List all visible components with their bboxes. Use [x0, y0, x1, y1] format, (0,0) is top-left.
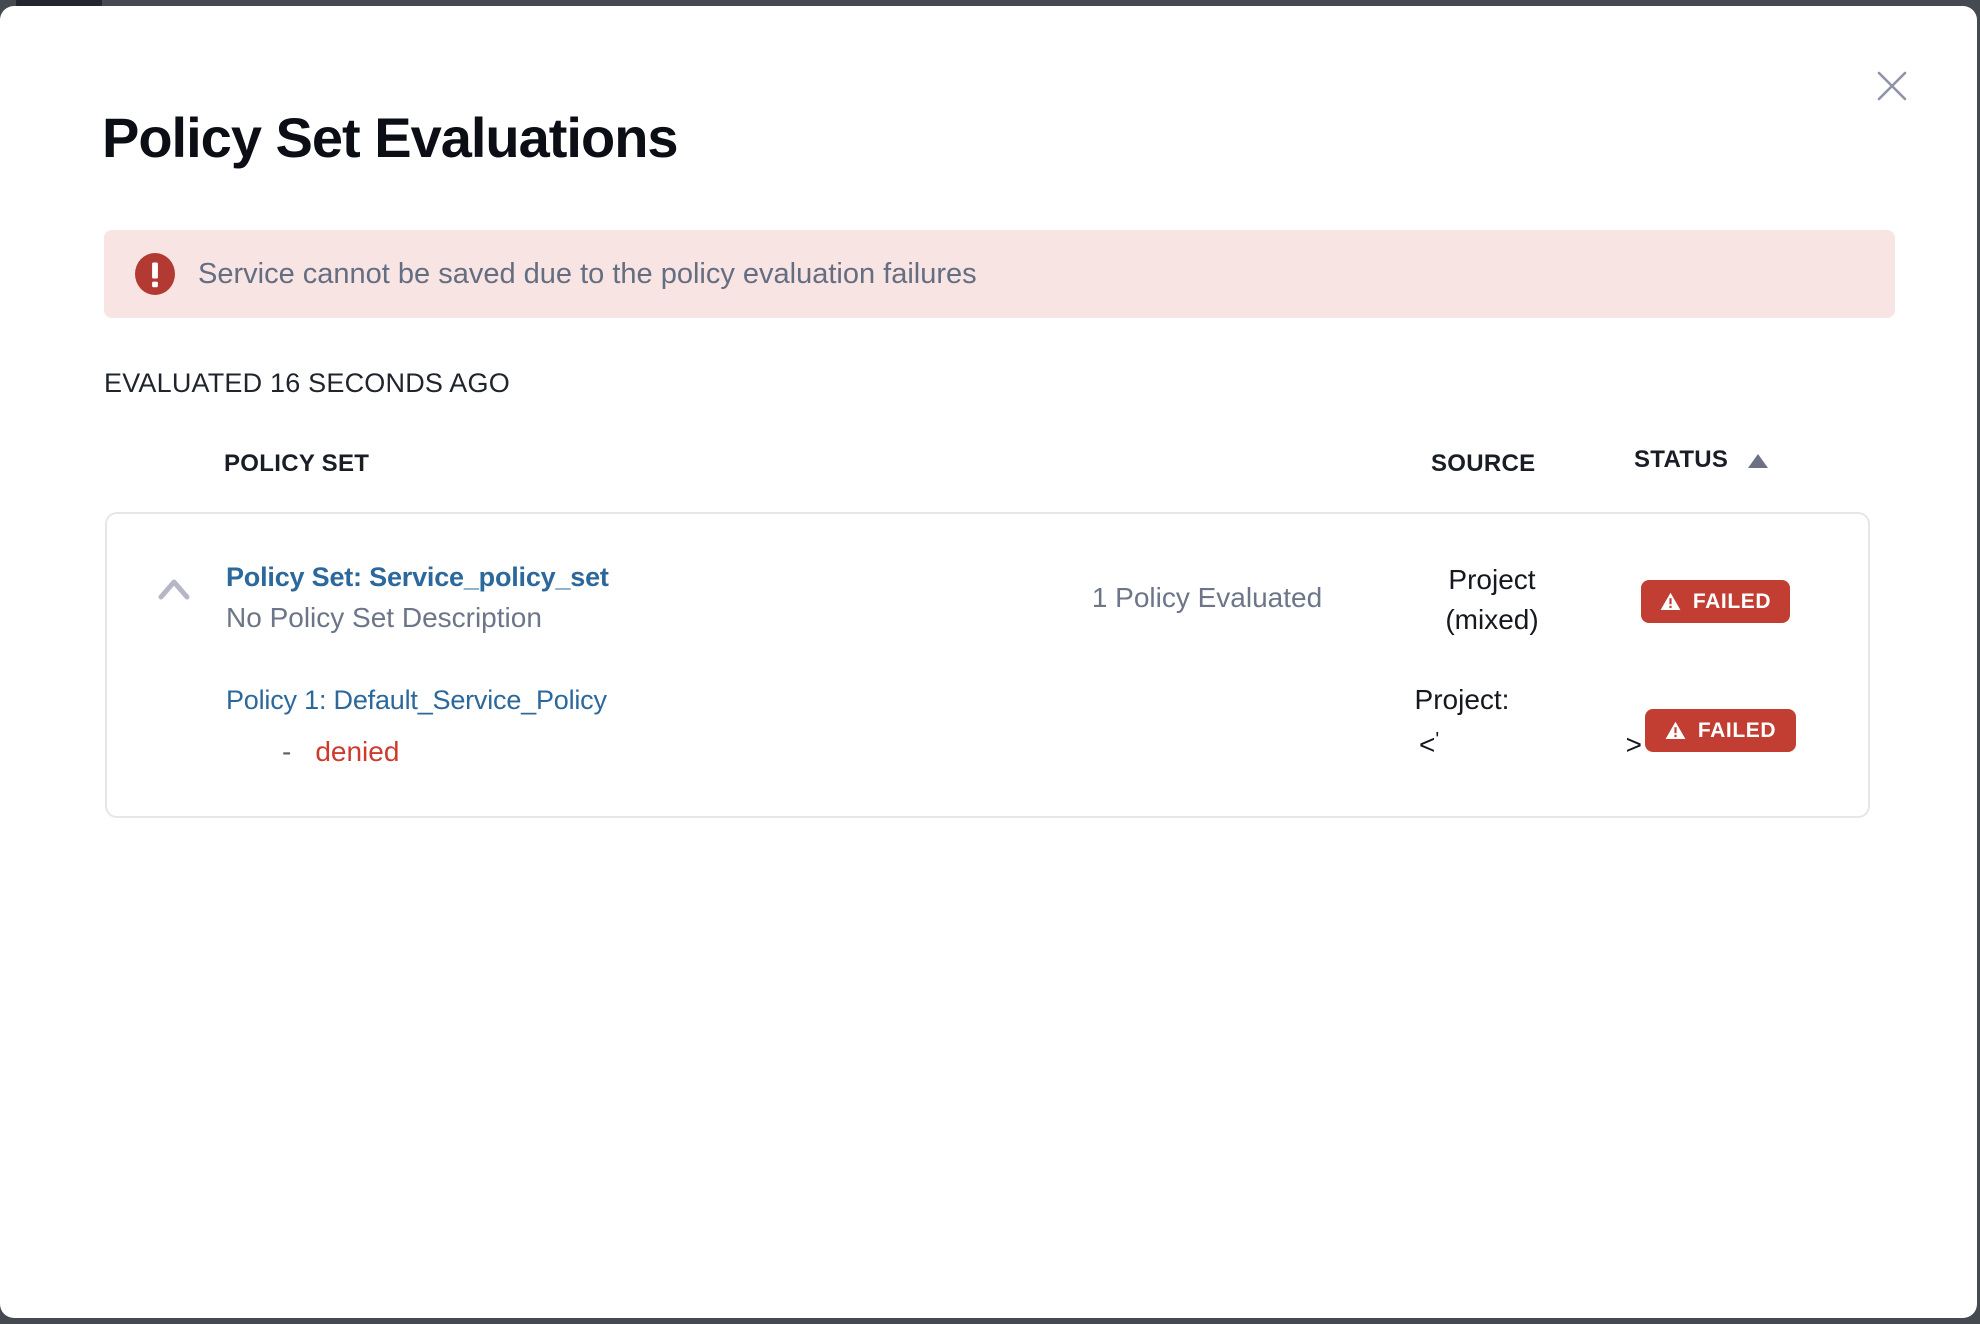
column-header-status[interactable]: STATUS — [1634, 446, 1768, 474]
source-line-1: Project — [1392, 560, 1592, 600]
policy-evaluation-detail: -denied — [282, 736, 399, 768]
status-badge-failed: FAILED — [1645, 709, 1796, 752]
error-banner-message: Service cannot be saved due to the polic… — [198, 258, 977, 291]
source-redacted-mark: ' — [1435, 729, 1439, 751]
policy-link[interactable]: Policy 1: Default_Service_Policy — [226, 685, 607, 716]
column-header-source: SOURCE — [1431, 450, 1535, 478]
policy-set-row-card: Policy Set: Service_policy_set No Policy… — [105, 512, 1870, 818]
policy-set-evaluations-modal: Policy Set Evaluations Service cannot be… — [0, 6, 1977, 1318]
policy-set-link[interactable]: Policy Set: Service_policy_set — [226, 562, 609, 593]
source-open-bracket: <' — [1419, 729, 1439, 761]
evaluated-timestamp: EVALUATED 16 SECONDS AGO — [104, 368, 510, 399]
exclamation-circle-icon — [134, 253, 176, 295]
detail-dash: - — [282, 736, 291, 767]
close-icon — [1876, 70, 1908, 102]
source-line-2: (mixed) — [1392, 600, 1592, 640]
modal-title: Policy Set Evaluations — [102, 106, 678, 170]
policy-evaluated-count: 1 Policy Evaluated — [1062, 582, 1352, 614]
column-header-policy-set: POLICY SET — [224, 450, 369, 478]
policy-source-value: <' > — [1419, 729, 1642, 761]
sort-ascending-icon — [1748, 454, 1768, 468]
source-close-bracket: > — [1626, 729, 1642, 761]
status-badge-label: FAILED — [1693, 590, 1771, 614]
policy-source-label: Project: — [1362, 684, 1562, 716]
policy-set-source: Project (mixed) — [1392, 560, 1592, 640]
collapse-row-button[interactable] — [151, 570, 197, 608]
detail-denied-text: denied — [315, 736, 399, 767]
warning-triangle-icon — [1665, 721, 1686, 740]
error-banner: Service cannot be saved due to the polic… — [104, 230, 1895, 318]
column-header-status-label: STATUS — [1634, 446, 1728, 474]
status-badge-failed: FAILED — [1641, 580, 1790, 623]
warning-triangle-icon — [1660, 592, 1681, 611]
close-button[interactable] — [1868, 62, 1916, 110]
policy-set-description: No Policy Set Description — [226, 602, 542, 634]
chevron-up-icon — [157, 576, 191, 602]
status-badge-label: FAILED — [1698, 719, 1776, 743]
